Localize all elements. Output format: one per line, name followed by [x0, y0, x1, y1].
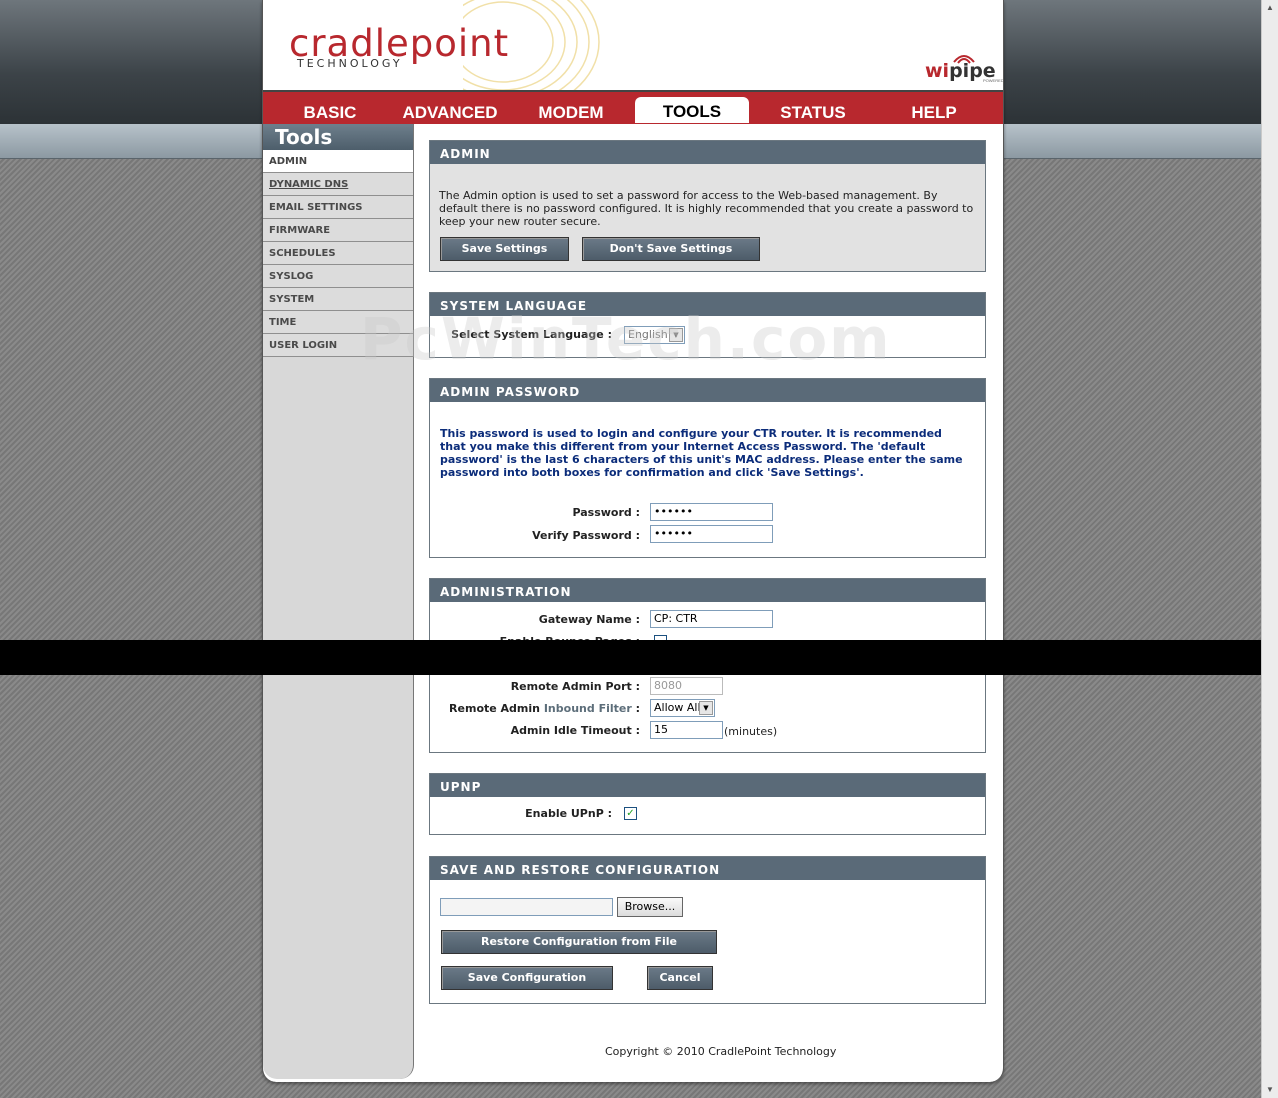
tab-help[interactable]: HELP	[877, 98, 991, 124]
wipipe-logo-prefix: wi	[925, 60, 950, 82]
sidebar-item-label: TIME	[269, 317, 297, 328]
remote-admin-port-input[interactable]: 8080	[650, 677, 723, 695]
tab-modem[interactable]: MODEM	[514, 98, 628, 124]
scroll-up-icon[interactable]: ▲	[1264, 2, 1276, 14]
verify-password-input[interactable]: ••••••	[650, 525, 773, 543]
enable-upnp-label: Enable UPnP :	[525, 807, 612, 820]
sidebar-item-label: SYSTEM	[269, 294, 315, 305]
sidebar-item-email-settings[interactable]: EMAIL SETTINGS	[263, 196, 413, 219]
save-settings-button[interactable]: Save Settings	[440, 237, 569, 261]
config-file-input[interactable]	[440, 898, 613, 916]
copyright-text: Copyright © 2010 CradlePoint Technology	[605, 1045, 837, 1058]
scroll-down-icon[interactable]: ▼	[1264, 1084, 1276, 1096]
gateway-name-input[interactable]: CP: CTR	[650, 610, 773, 628]
filter-label-part-b: Inbound Filter	[543, 702, 632, 715]
sidebar-item-label: EMAIL SETTINGS	[269, 202, 363, 213]
remote-admin-port-label: Remote Admin Port :	[510, 680, 640, 693]
sidebar-item-admin[interactable]: ADMIN	[263, 150, 413, 173]
admin-description: The Admin option is used to set a passwo…	[439, 189, 974, 228]
filter-label-colon: :	[631, 702, 640, 715]
wipipe-tag: POWERED	[983, 78, 1004, 83]
enable-upnp-checkbox[interactable]: ✓	[624, 807, 637, 820]
browse-button[interactable]: Browse...	[617, 897, 683, 917]
chevron-down-icon: ▼	[699, 701, 713, 715]
save-restore-section: SAVE AND RESTORE CONFIGURATION Browse...…	[429, 856, 986, 1004]
admin-idle-timeout-label: Admin Idle Timeout :	[510, 724, 640, 737]
admin-section: ADMIN The Admin option is used to set a …	[429, 140, 986, 272]
dont-save-settings-button[interactable]: Don't Save Settings	[582, 237, 760, 261]
vertical-scrollbar[interactable]: ▲ ▼	[1261, 0, 1278, 1098]
admin-idle-timeout-input[interactable]: 15	[650, 721, 723, 739]
filter-label-part-a: Remote Admin	[449, 702, 540, 715]
tab-advanced[interactable]: ADVANCED	[393, 98, 507, 124]
tab-status[interactable]: STATUS	[756, 98, 870, 124]
sidebar-item-label: USER LOGIN	[269, 340, 338, 351]
watermark-text: PcWinTech.com	[360, 305, 892, 373]
admin-password-description: This password is used to login and confi…	[440, 427, 963, 479]
admin-password-title: ADMIN PASSWORD	[430, 379, 985, 402]
gateway-name-label: Gateway Name :	[538, 613, 640, 626]
sidebar-item-syslog[interactable]: SYSLOG	[263, 265, 413, 288]
sidebar-item-label: SCHEDULES	[269, 248, 336, 259]
save-configuration-button[interactable]: Save Configuration	[441, 966, 613, 990]
router-page-frame: cradlepoint TECHNOLOGY wipipe POWERED BA…	[262, 0, 1004, 1082]
admin-password-section: ADMIN PASSWORD This password is used to …	[429, 378, 986, 558]
sidebar-item-schedules[interactable]: SCHEDULES	[263, 242, 413, 265]
cancel-button[interactable]: Cancel	[647, 966, 713, 990]
sidebar-item-label: FIRMWARE	[269, 225, 331, 236]
sidebar-title: Tools	[263, 124, 413, 150]
sidebar-item-label: DYNAMIC DNS	[269, 179, 349, 190]
verify-password-label: Verify Password :	[532, 529, 640, 542]
sidebar: Tools ADMIN DYNAMIC DNS EMAIL SETTINGS F…	[263, 124, 414, 1079]
password-input[interactable]: ••••••	[650, 503, 773, 521]
administration-title: ADMINISTRATION	[430, 579, 985, 602]
sidebar-item-label: SYSLOG	[269, 271, 314, 282]
upnp-section: UPNP Enable UPnP : ✓	[429, 773, 986, 835]
password-label: Password :	[572, 506, 640, 519]
tab-basic[interactable]: BASIC	[273, 98, 387, 124]
sidebar-item-label: ADMIN	[269, 156, 308, 167]
save-restore-title: SAVE AND RESTORE CONFIGURATION	[430, 857, 985, 880]
remote-admin-inbound-filter-select[interactable]: Allow All ▼	[650, 699, 715, 717]
header: cradlepoint TECHNOLOGY wipipe POWERED	[263, 0, 1003, 90]
admin-section-title: ADMIN	[430, 141, 985, 164]
idle-timeout-unit: (minutes)	[724, 725, 778, 738]
redaction-bar	[0, 640, 1278, 675]
upnp-title: UPNP	[430, 774, 985, 797]
tab-tools[interactable]: TOOLS	[635, 97, 749, 123]
logo-subtitle: TECHNOLOGY	[297, 57, 403, 70]
restore-configuration-button[interactable]: Restore Configuration from File	[441, 930, 717, 954]
sidebar-item-dynamic-dns[interactable]: DYNAMIC DNS	[263, 173, 413, 196]
main-nav: BASIC ADVANCED MODEM TOOLS STATUS HELP	[263, 90, 1003, 124]
sidebar-item-firmware[interactable]: FIRMWARE	[263, 219, 413, 242]
remote-admin-inbound-filter-label: Remote Admin Inbound Filter :	[440, 702, 640, 715]
inbound-filter-value: Allow All	[654, 701, 701, 714]
